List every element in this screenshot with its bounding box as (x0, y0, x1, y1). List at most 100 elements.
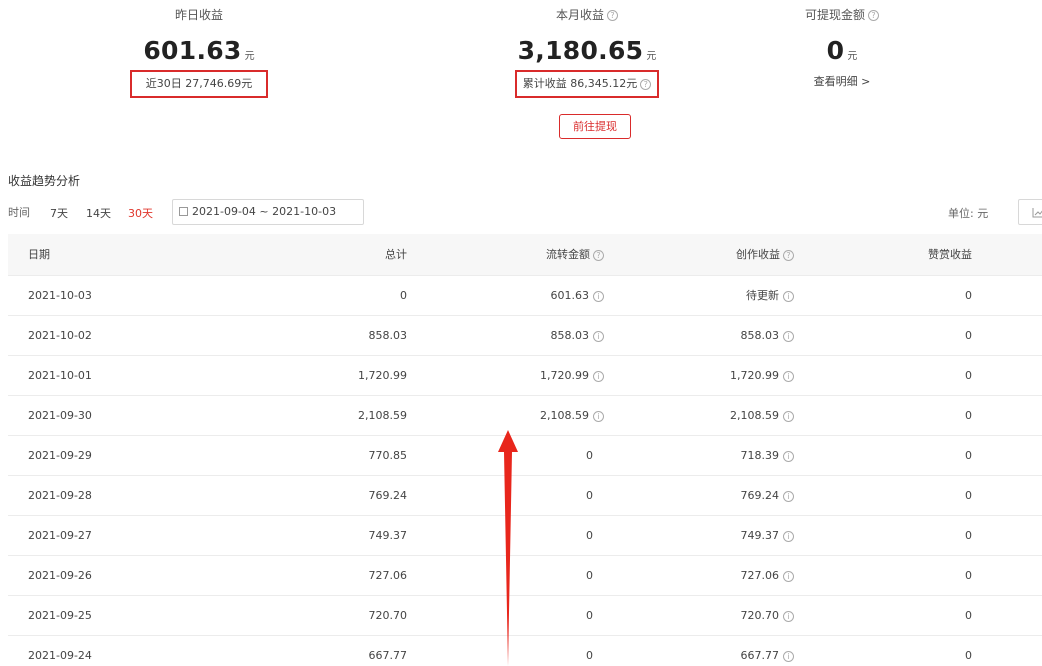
cell-flow: 0 (586, 596, 593, 635)
stat-month-label: 本月收益 (555, 8, 604, 22)
cell-total-value: 770.85 (368, 449, 408, 462)
cell-total: 0 (400, 276, 407, 315)
range-14-days[interactable]: 14天 (86, 205, 111, 221)
withdraw-button[interactable]: 前往提现 (559, 114, 631, 139)
time-filter-label: 时间 (8, 206, 30, 219)
info-icon[interactable]: i (783, 370, 794, 382)
cell-date: 2021-09-24 (28, 636, 92, 666)
info-icon[interactable]: i (593, 290, 604, 302)
cell-create-value: 2,108.59 (730, 409, 779, 422)
cell-reward-value: 0 (965, 529, 972, 542)
cell-create: 1,720.99 i (730, 356, 794, 395)
filter-row: 时间 7天 14天 30天 2021-09-04 ~ 2021-10-03 单位… (8, 199, 1042, 225)
cell-date: 2021-09-26 (28, 556, 92, 595)
cell-create-value: 718.39 (740, 449, 780, 462)
cell-total: 770.85 (369, 436, 408, 475)
cell-date: 2021-09-28 (28, 476, 92, 515)
info-icon[interactable]: i (783, 290, 794, 302)
stat-withdrawable: 可提现金额? 0元 查看明细 > (786, 6, 898, 90)
cell-flow: 0 (586, 476, 593, 515)
help-icon[interactable]: ? (868, 10, 879, 21)
table-header: 日期 总计 流转金额? 创作收益? 赞赏收益 (8, 234, 1042, 276)
cell-date: 2021-09-25 (28, 596, 92, 635)
info-icon[interactable]: i (783, 330, 794, 342)
stat-yesterday-label: 昨日收益 (174, 8, 223, 22)
info-icon[interactable]: i (593, 370, 604, 382)
cell-create-value: 769.24 (740, 489, 780, 502)
cell-date: 2021-10-01 (28, 356, 92, 395)
cell-reward-value: 0 (965, 609, 972, 622)
header-create-label: 创作收益 (736, 248, 780, 261)
help-icon[interactable]: ? (640, 78, 652, 90)
cell-date-value: 2021-09-25 (28, 609, 92, 622)
cell-reward: 0 (965, 316, 972, 355)
info-icon[interactable]: i (783, 450, 794, 462)
stat-month-cumulative-box: 累计收益 86,345.12元? (514, 70, 660, 98)
cell-reward-value: 0 (965, 409, 972, 422)
cell-total: 769.24 (369, 476, 408, 515)
stat-yesterday-30day-text: 近30日 27,746.69元 (145, 77, 253, 90)
info-icon[interactable]: i (593, 410, 604, 422)
stat-yesterday: 昨日收益 601.63 元 近30日 27,746.69元 (118, 6, 280, 98)
cell-flow: 0 (586, 436, 593, 475)
cell-create: 718.39 i (740, 436, 794, 475)
calendar-icon (179, 207, 188, 216)
cell-flow-value: 1,720.99 (540, 369, 589, 382)
cell-date-value: 2021-09-29 (28, 449, 92, 462)
cell-date-value: 2021-10-03 (28, 289, 92, 302)
cell-create-value: 727.06 (740, 569, 780, 582)
cell-date-value: 2021-09-30 (28, 409, 92, 422)
date-range-picker[interactable]: 2021-09-04 ~ 2021-10-03 (172, 199, 364, 225)
cell-flow: 0 (586, 556, 593, 595)
cell-total-value: 769.24 (368, 489, 408, 502)
info-icon[interactable]: i (783, 610, 794, 622)
cell-create-value: 720.70 (740, 609, 780, 622)
stat-month-unit: 元 (646, 51, 657, 62)
stat-withdrawable-label-row: 可提现金额? (786, 6, 898, 24)
info-icon[interactable]: i (783, 650, 794, 662)
info-icon[interactable]: i (783, 410, 794, 422)
cell-date-value: 2021-09-26 (28, 569, 92, 582)
cell-total-value: 727.06 (368, 569, 408, 582)
table-row: 2021-10-03 0 601.63 i 待更新 i 0 (8, 276, 1042, 316)
line-chart-icon (1032, 208, 1042, 218)
range-7-days[interactable]: 7天 (50, 205, 68, 221)
info-icon[interactable]: i (783, 490, 794, 502)
cell-total-value: 858.03 (368, 329, 408, 342)
stat-withdrawable-value-row: 0元 (786, 34, 898, 68)
help-icon[interactable]: ? (607, 10, 618, 21)
chart-toggle-button[interactable] (1018, 199, 1042, 225)
cell-reward-value: 0 (965, 649, 972, 662)
info-icon[interactable]: i (783, 570, 794, 582)
stat-withdrawable-unit: 元 (847, 51, 858, 62)
cell-flow-value: 0 (586, 649, 593, 662)
range-30-days[interactable]: 30天 (128, 205, 153, 221)
cell-flow-value: 0 (586, 489, 593, 502)
cell-reward-value: 0 (965, 289, 972, 302)
cell-total-value: 749.37 (368, 529, 408, 542)
stat-yesterday-unit: 元 (244, 51, 255, 62)
view-details-link[interactable]: 查看明细 > (786, 74, 898, 90)
header-create: 创作收益? (736, 234, 794, 275)
info-icon[interactable]: i (783, 530, 794, 542)
help-icon[interactable]: ? (593, 249, 604, 261)
stat-month-value: 3,180.65 (517, 36, 644, 65)
cell-date: 2021-09-29 (28, 436, 92, 475)
cell-flow-value: 858.03 (550, 329, 590, 342)
cell-create: 667.77 i (741, 636, 794, 666)
date-range-text: 2021-09-04 ~ 2021-10-03 (192, 205, 337, 218)
cell-date: 2021-10-03 (28, 276, 92, 315)
cell-reward: 0 (965, 276, 972, 315)
info-icon[interactable]: i (593, 330, 604, 342)
cell-total-value: 2,108.59 (358, 409, 407, 422)
cell-create-value: 749.37 (740, 529, 780, 542)
cell-reward: 0 (965, 596, 972, 635)
cell-reward: 0 (965, 556, 972, 595)
cell-flow: 1,720.99 i (540, 356, 604, 395)
cell-total-value: 1,720.99 (358, 369, 407, 382)
stat-yesterday-value-row: 601.63 元 (118, 34, 280, 68)
unit-label: 单位: 元 (948, 207, 989, 220)
cell-reward-value: 0 (965, 449, 972, 462)
help-icon[interactable]: ? (783, 249, 794, 261)
stat-yesterday-30day-box: 近30日 27,746.69元 (129, 70, 269, 98)
